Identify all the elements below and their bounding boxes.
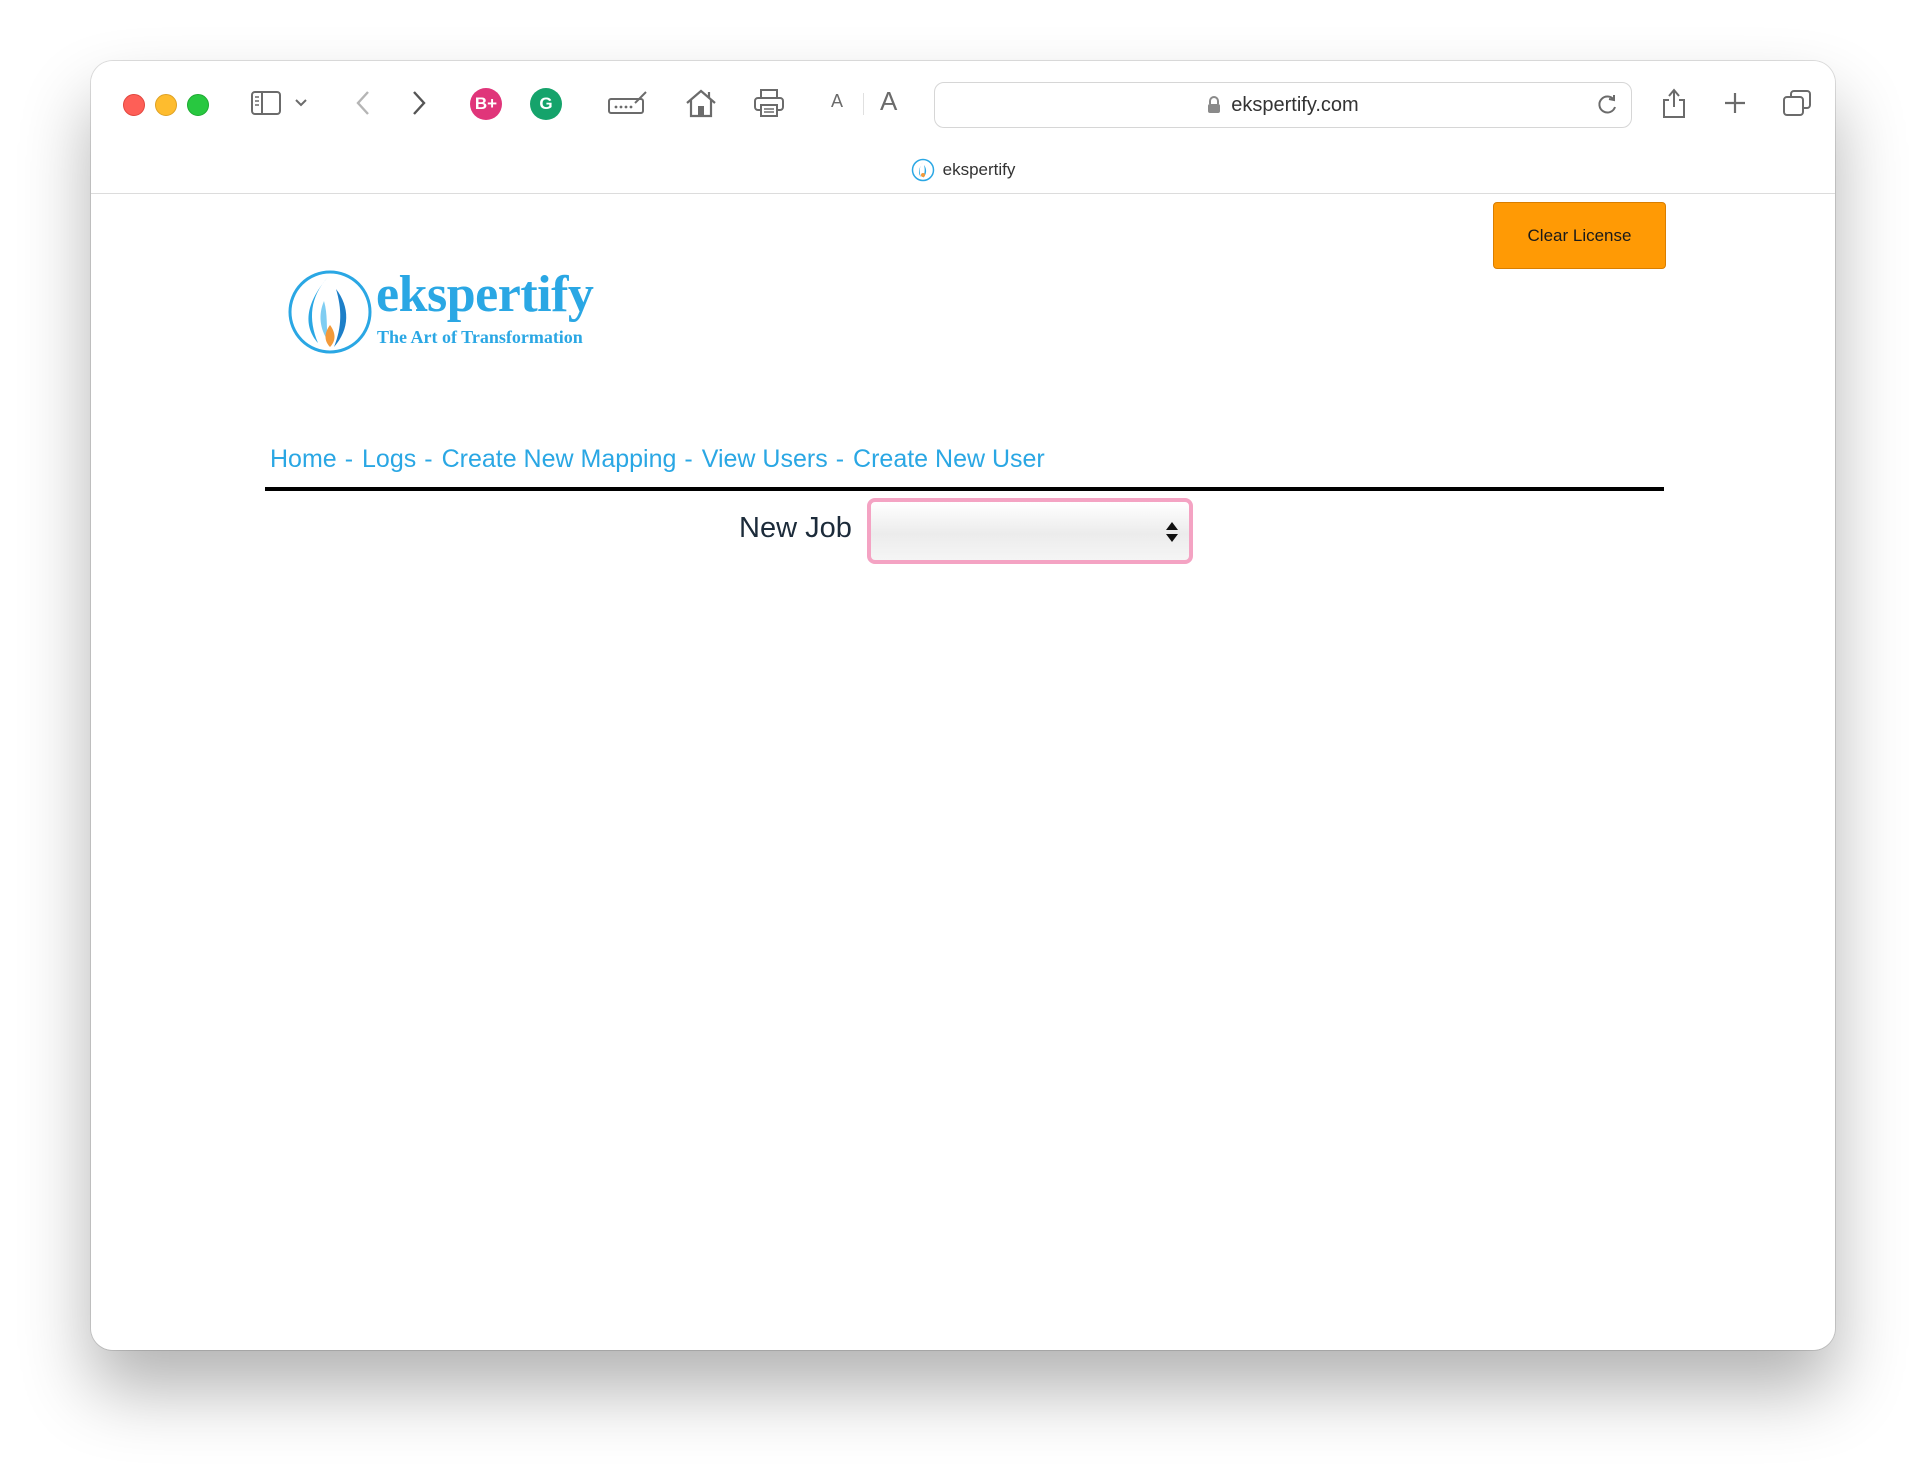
site-favicon-icon — [911, 158, 935, 182]
tab-title-text: ekspertify — [942, 160, 1016, 179]
grammarly-extension-icon[interactable]: G — [530, 88, 562, 120]
back-icon[interactable] — [353, 83, 373, 123]
decrease-font-button[interactable]: A — [831, 91, 843, 112]
nav-link-create-new-user[interactable]: Create New User — [853, 445, 1045, 473]
new-tab-icon[interactable] — [1721, 83, 1749, 123]
new-job-select[interactable] — [867, 498, 1193, 564]
nav-separator: - — [424, 445, 433, 473]
toolbar-divider — [863, 93, 864, 115]
close-window-button[interactable] — [123, 94, 145, 116]
select-updown-icon — [1165, 520, 1179, 544]
nav-separator: - — [344, 445, 354, 473]
tab-overview-icon[interactable] — [1781, 83, 1813, 123]
page-content: Clear License ekspertify The Art of Tran… — [91, 194, 1835, 1350]
new-job-label: New Job — [739, 512, 852, 544]
share-icon[interactable] — [1659, 83, 1689, 123]
nav-separator: - — [835, 445, 845, 473]
increase-font-button[interactable]: A — [880, 86, 897, 117]
nav-separator: - — [684, 445, 693, 473]
bplus-extension-icon[interactable]: B+ — [470, 88, 502, 120]
lock-icon — [1207, 96, 1221, 114]
sidebar-chevron-down-icon[interactable] — [293, 83, 309, 123]
url-text: ekspertify.com — [1231, 93, 1359, 116]
sidebar-icon[interactable] — [249, 83, 283, 123]
nav-link-view-users[interactable]: View Users — [702, 445, 828, 473]
main-nav: Home - Logs - Create New Mapping - View Users -… — [270, 445, 1045, 474]
address-bar[interactable]: ekspertify.com — [934, 82, 1632, 128]
print-icon[interactable] — [751, 83, 787, 123]
browser-toolbar: B+ G A A ekspertify.com ekspertify — [91, 61, 1835, 194]
reload-icon[interactable] — [1597, 93, 1619, 121]
zoom-window-button[interactable] — [187, 94, 209, 116]
nav-divider — [265, 487, 1664, 491]
keyboard-pen-icon[interactable] — [607, 83, 649, 123]
logo-tagline: The Art of Transformation — [377, 327, 583, 347]
tab-title[interactable]: ekspertify — [91, 158, 1835, 182]
minimize-window-button[interactable] — [155, 94, 177, 116]
nav-link-create-new-mapping[interactable]: Create New Mapping — [442, 445, 677, 473]
home-icon[interactable] — [683, 83, 719, 123]
clear-license-button[interactable]: Clear License — [1493, 202, 1666, 269]
ekspertify-logo: ekspertify The Art of Transformation — [288, 266, 594, 361]
flame-logo-icon — [288, 270, 372, 354]
nav-link-logs[interactable]: Logs — [362, 445, 416, 473]
logo-wordmark: ekspertify — [376, 266, 594, 323]
forward-icon[interactable] — [409, 83, 429, 123]
nav-link-home[interactable]: Home — [270, 445, 337, 473]
browser-window: B+ G A A ekspertify.com ekspertify Clear… — [91, 61, 1835, 1350]
